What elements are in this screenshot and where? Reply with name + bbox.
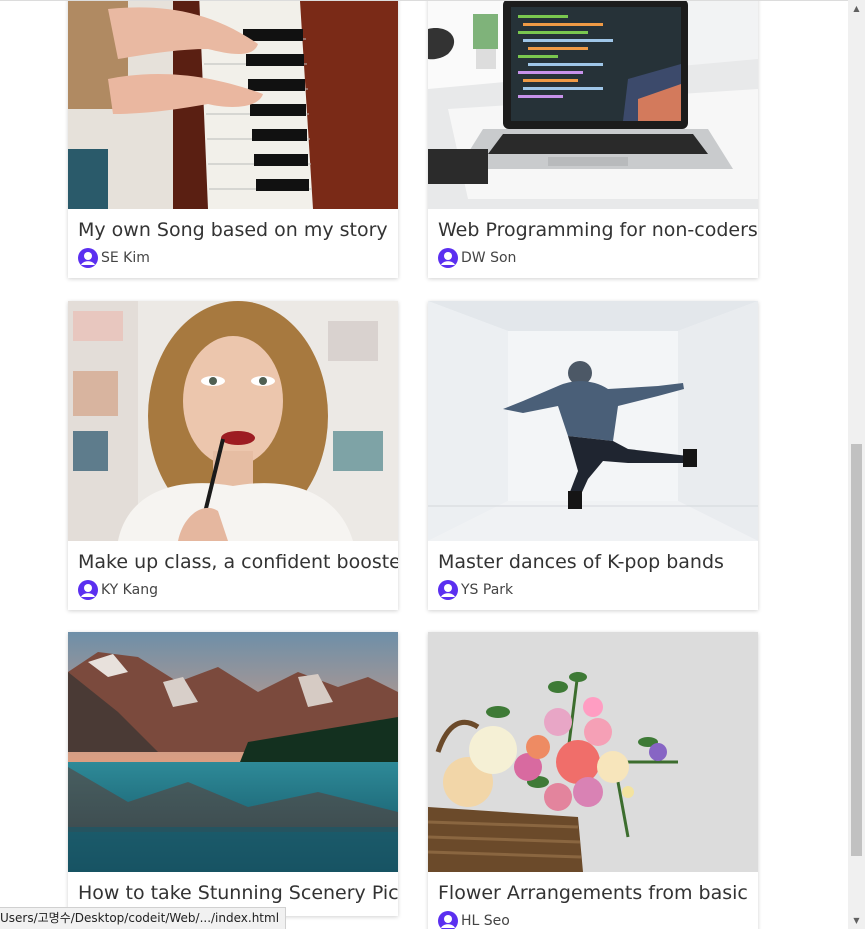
user-avatar-icon <box>78 580 98 600</box>
scrollbar-thumb[interactable] <box>851 444 862 856</box>
piano-photo <box>68 1 398 209</box>
course-card[interactable]: My own Song based on my story SE Kim <box>68 1 398 278</box>
course-author: YS Park <box>438 580 748 600</box>
course-author: SE Kim <box>78 248 388 268</box>
laptop-photo <box>428 1 758 209</box>
author-name: SE Kim <box>101 250 150 266</box>
author-name: DW Son <box>461 250 517 266</box>
dancer-photo <box>428 301 758 541</box>
mountain-lake-photo <box>68 632 398 872</box>
user-avatar-icon <box>438 911 458 929</box>
course-author: KY Kang <box>78 580 388 600</box>
course-author: HL Seo <box>438 911 748 929</box>
status-bar-url: Users/고명수/Desktop/codeit/Web/.../index.h… <box>0 907 287 929</box>
user-avatar-icon <box>438 580 458 600</box>
author-name: HL Seo <box>461 913 510 929</box>
course-author: DW Son <box>438 248 748 268</box>
course-title[interactable]: How to take Stunning Scenery Pictures wi… <box>78 880 398 906</box>
user-avatar-icon <box>78 248 98 268</box>
course-title[interactable]: Make up class, a confident booster <box>78 549 398 575</box>
makeup-photo <box>68 301 398 541</box>
course-card[interactable]: Web Programming for non-coders DW Son <box>428 1 758 278</box>
user-avatar-icon <box>438 248 458 268</box>
scroll-up-arrow-icon[interactable]: ▲ <box>848 0 865 17</box>
scroll-down-arrow-icon[interactable]: ▼ <box>848 912 865 929</box>
course-title[interactable]: Flower Arrangements from basic <box>438 880 748 906</box>
author-name: KY Kang <box>101 582 158 598</box>
course-title[interactable]: My own Song based on my story <box>78 217 388 243</box>
course-card[interactable]: Master dances of K-pop bands YS Park <box>428 301 758 610</box>
course-card[interactable]: Make up class, a confident booster KY Ka… <box>68 301 398 610</box>
course-title[interactable]: Web Programming for non-coders <box>438 217 758 243</box>
course-title[interactable]: Master dances of K-pop bands <box>438 549 748 575</box>
course-card[interactable]: How to take Stunning Scenery Pictures wi… <box>68 632 398 916</box>
flower-basket-photo <box>428 632 758 872</box>
vertical-scrollbar[interactable]: ▲ ▼ <box>848 0 865 929</box>
course-card[interactable]: Flower Arrangements from basic HL Seo <box>428 632 758 929</box>
author-name: YS Park <box>461 582 514 598</box>
course-grid: My own Song based on my story SE Kim Web… <box>0 0 848 929</box>
